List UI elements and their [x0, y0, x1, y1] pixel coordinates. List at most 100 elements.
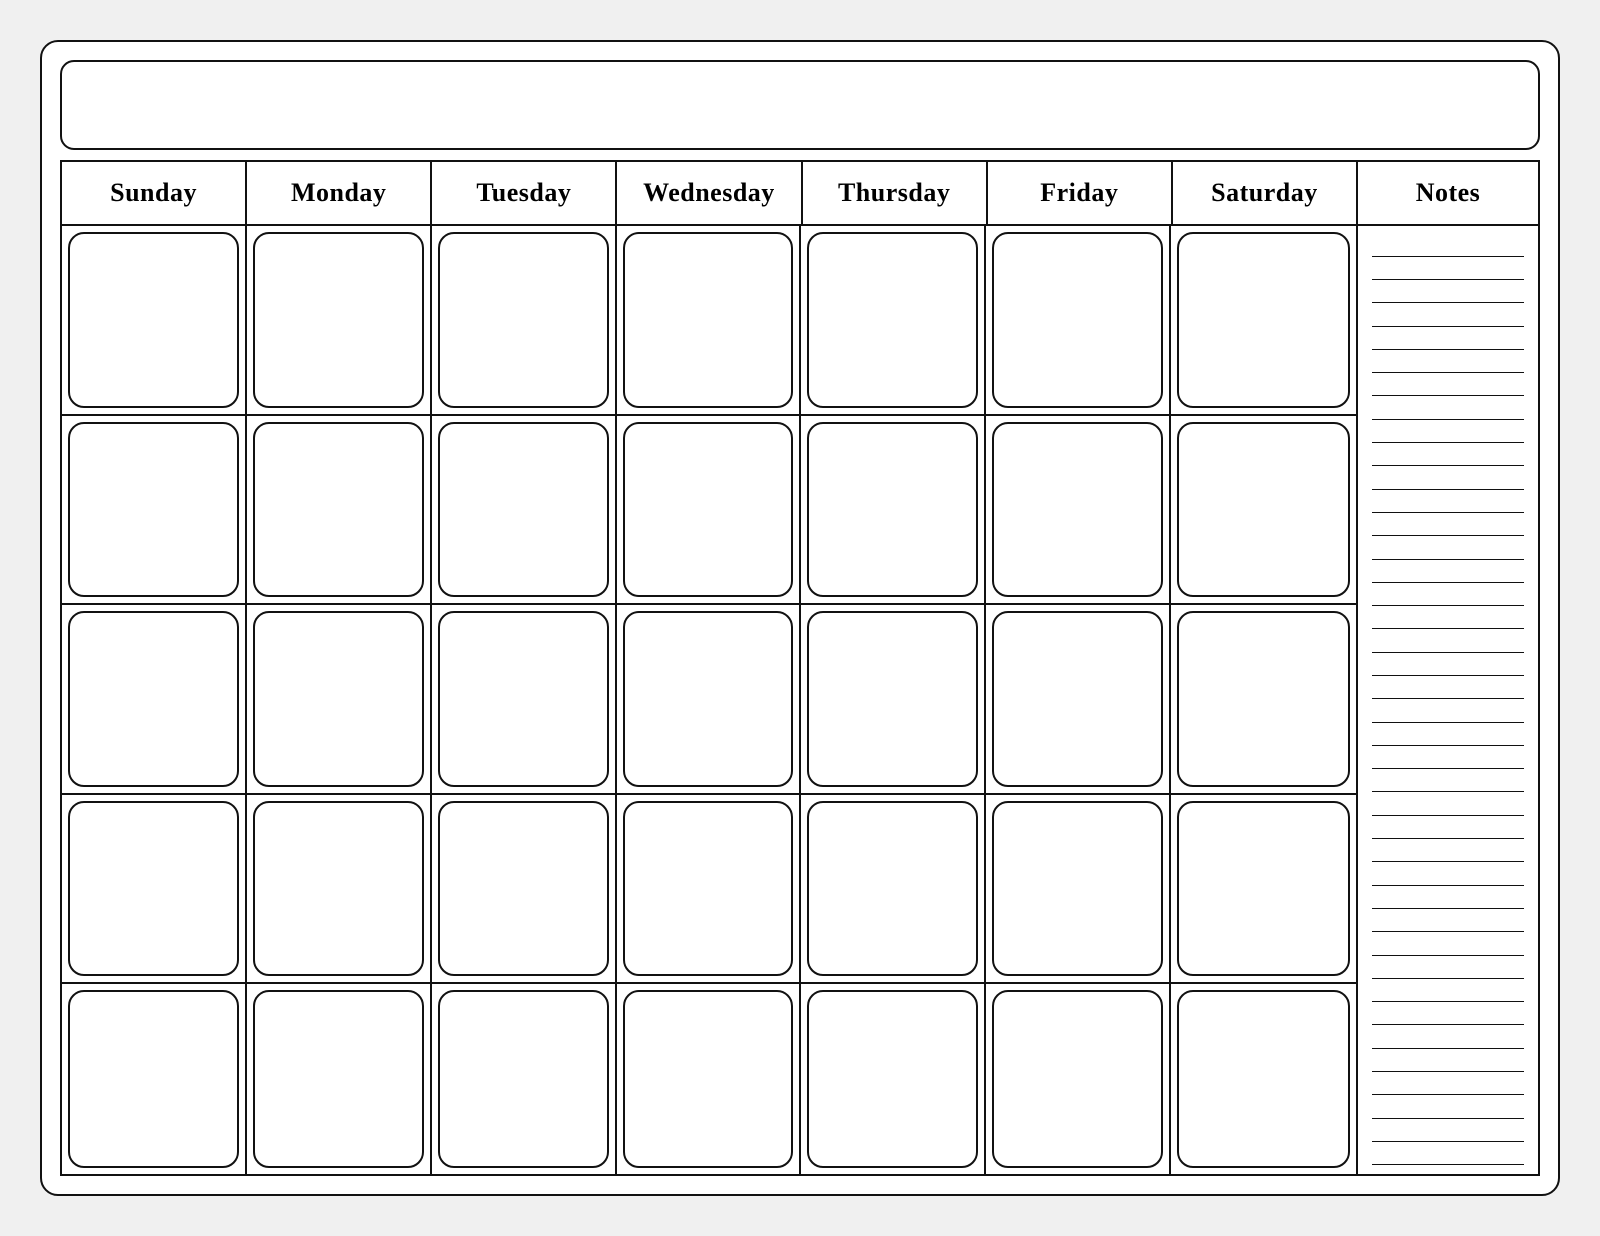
day-cell-inner[interactable]: [1177, 801, 1350, 977]
day-cell-inner[interactable]: [253, 801, 424, 977]
day-cell-inner[interactable]: [992, 422, 1163, 598]
day-cell-inner[interactable]: [68, 990, 239, 1168]
day-cell[interactable]: [62, 226, 247, 414]
header-friday: Friday: [988, 162, 1173, 226]
day-cell[interactable]: [617, 416, 802, 604]
notes-line: [1372, 584, 1524, 606]
title-bar[interactable]: [60, 60, 1540, 150]
day-cell-inner[interactable]: [1177, 990, 1350, 1168]
day-cell-inner[interactable]: [253, 611, 424, 787]
day-cell-inner[interactable]: [992, 801, 1163, 977]
header-notes: Notes: [1358, 162, 1538, 226]
day-cell[interactable]: [617, 984, 802, 1174]
day-cell-inner[interactable]: [807, 422, 978, 598]
notes-line: [1372, 701, 1524, 723]
day-cell-inner[interactable]: [1177, 611, 1350, 787]
notes-line: [1372, 561, 1524, 583]
day-cell[interactable]: [62, 795, 247, 983]
day-cell[interactable]: [617, 795, 802, 983]
day-cell-inner[interactable]: [68, 232, 239, 408]
day-cell-inner[interactable]: [68, 422, 239, 598]
day-cell[interactable]: [432, 795, 617, 983]
day-cell[interactable]: [62, 984, 247, 1174]
notes-line: [1372, 1143, 1524, 1165]
header-thursday: Thursday: [803, 162, 988, 226]
day-cell-inner[interactable]: [438, 232, 609, 408]
day-cell[interactable]: [1171, 605, 1356, 793]
day-cell-inner[interactable]: [623, 611, 794, 787]
day-cell[interactable]: [986, 795, 1171, 983]
notes-line: [1372, 654, 1524, 676]
day-cell-inner[interactable]: [623, 422, 794, 598]
notes-line: [1372, 794, 1524, 816]
notes-line: [1372, 398, 1524, 420]
day-cell[interactable]: [432, 984, 617, 1174]
day-cell-inner[interactable]: [1177, 422, 1350, 598]
day-cell[interactable]: [247, 605, 432, 793]
day-cell[interactable]: [62, 605, 247, 793]
notes-line: [1372, 444, 1524, 466]
notes-column[interactable]: [1358, 226, 1538, 1174]
day-cell[interactable]: [432, 226, 617, 414]
day-cell[interactable]: [801, 984, 986, 1174]
day-cell[interactable]: [617, 226, 802, 414]
day-cell-inner[interactable]: [807, 990, 978, 1168]
day-cell[interactable]: [986, 984, 1171, 1174]
day-cell[interactable]: [247, 226, 432, 414]
notes-line: [1372, 305, 1524, 327]
notes-line: [1372, 677, 1524, 699]
notes-line: [1372, 258, 1524, 280]
day-cell-inner[interactable]: [438, 990, 609, 1168]
notes-line: [1372, 235, 1524, 257]
notes-line: [1372, 351, 1524, 373]
day-cell-inner[interactable]: [623, 990, 794, 1168]
day-cell[interactable]: [247, 795, 432, 983]
notes-line: [1372, 864, 1524, 886]
day-cell-inner[interactable]: [992, 611, 1163, 787]
notes-line: [1372, 887, 1524, 909]
day-cell[interactable]: [432, 605, 617, 793]
day-cell[interactable]: [801, 795, 986, 983]
notes-line: [1372, 421, 1524, 443]
day-cell[interactable]: [1171, 416, 1356, 604]
day-cell-inner[interactable]: [807, 232, 978, 408]
day-cell[interactable]: [986, 416, 1171, 604]
notes-line: [1372, 910, 1524, 932]
day-cell-inner[interactable]: [253, 422, 424, 598]
day-cell[interactable]: [986, 226, 1171, 414]
notes-line: [1372, 1073, 1524, 1095]
day-cell-inner[interactable]: [253, 232, 424, 408]
day-cell[interactable]: [986, 605, 1171, 793]
day-cell[interactable]: [801, 605, 986, 793]
day-cell-inner[interactable]: [623, 801, 794, 977]
day-cell-inner[interactable]: [992, 232, 1163, 408]
day-cell-inner[interactable]: [253, 990, 424, 1168]
header-monday: Monday: [247, 162, 432, 226]
day-cell[interactable]: [1171, 984, 1356, 1174]
notes-line: [1372, 607, 1524, 629]
day-cell-inner[interactable]: [68, 801, 239, 977]
day-cell[interactable]: [247, 416, 432, 604]
day-cell-inner[interactable]: [68, 611, 239, 787]
day-cell-inner[interactable]: [807, 801, 978, 977]
day-cell-inner[interactable]: [992, 990, 1163, 1168]
day-cell[interactable]: [617, 605, 802, 793]
week-row-1: [62, 226, 1356, 416]
weeks-area: [62, 226, 1358, 1174]
day-cell-inner[interactable]: [438, 422, 609, 598]
day-cell[interactable]: [1171, 795, 1356, 983]
notes-line: [1372, 374, 1524, 396]
header-sunday: Sunday: [62, 162, 247, 226]
day-cell[interactable]: [801, 416, 986, 604]
day-cell[interactable]: [247, 984, 432, 1174]
day-cell-inner[interactable]: [1177, 232, 1350, 408]
day-cell[interactable]: [801, 226, 986, 414]
day-cell-inner[interactable]: [438, 611, 609, 787]
day-cell[interactable]: [1171, 226, 1356, 414]
day-cell[interactable]: [432, 416, 617, 604]
day-cell-inner[interactable]: [807, 611, 978, 787]
day-cell-inner[interactable]: [623, 232, 794, 408]
body-area: [60, 226, 1540, 1176]
day-cell-inner[interactable]: [438, 801, 609, 977]
day-cell[interactable]: [62, 416, 247, 604]
